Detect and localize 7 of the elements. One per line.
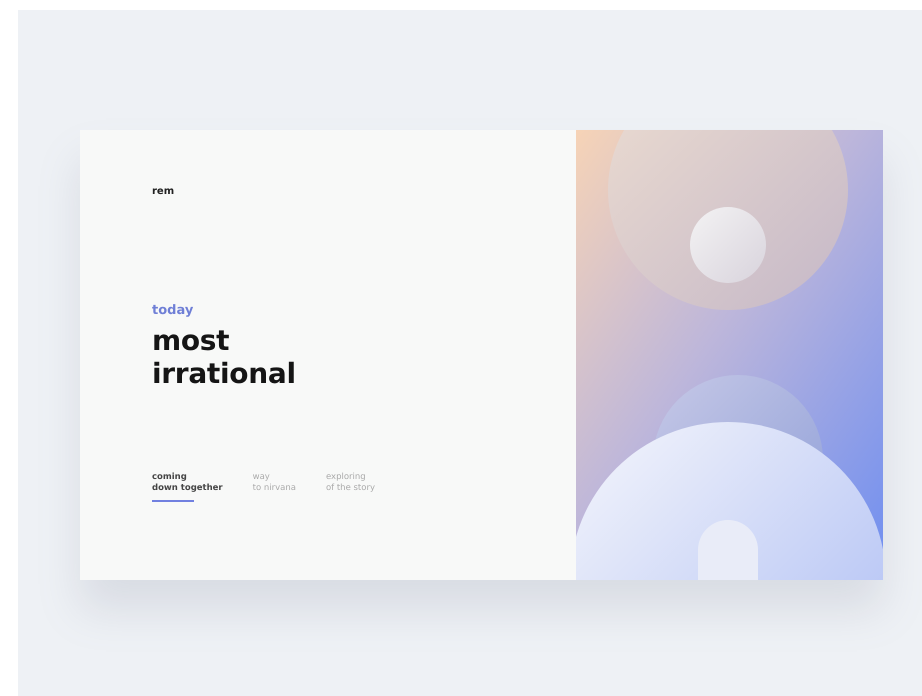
nav-link[interactable]: coming down together bbox=[152, 472, 223, 494]
headline: most irrational bbox=[152, 324, 296, 390]
brand-logo: rem bbox=[152, 186, 174, 197]
nav-link[interactable]: exploring of the story bbox=[326, 472, 375, 494]
nav-link[interactable]: way to nirvana bbox=[252, 472, 296, 494]
eyebrow-label: today bbox=[152, 303, 194, 318]
active-underline bbox=[152, 500, 194, 502]
